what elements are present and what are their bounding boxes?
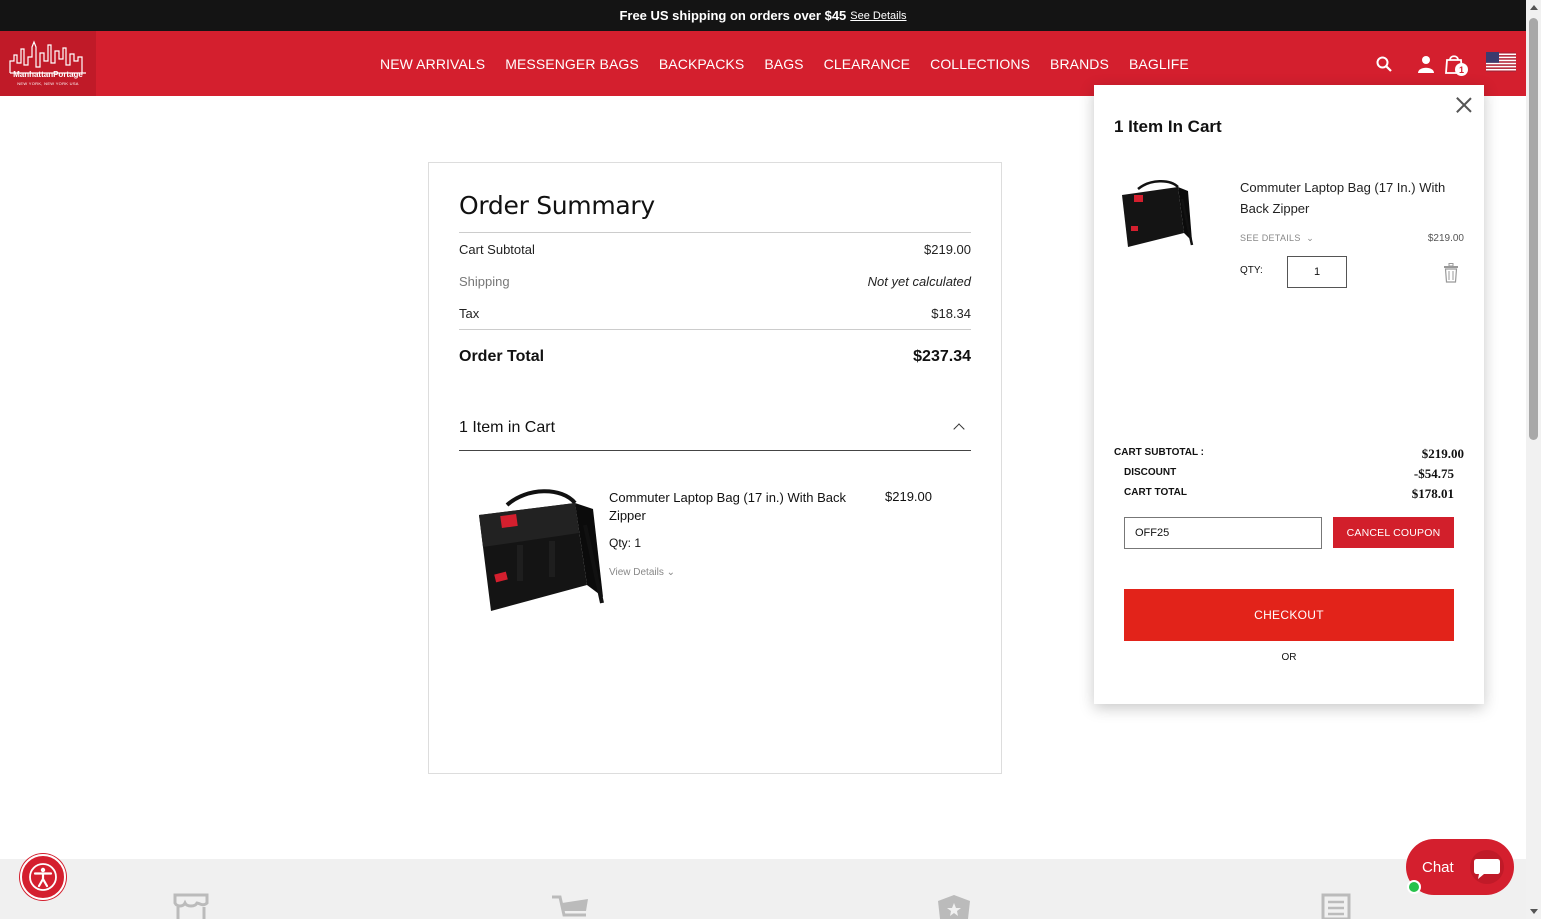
order-summary: Order Summary Cart Subtotal $219.00 Ship… xyxy=(428,162,1002,774)
items-in-cart-heading: 1 Item in Cart xyxy=(459,419,556,436)
chat-button[interactable]: Chat xyxy=(1406,839,1514,895)
scroll-down-arrow-icon[interactable] xyxy=(1530,909,1538,914)
nav-collections[interactable]: COLLECTIONS xyxy=(930,56,1030,72)
see-details-label: SEE DETAILS xyxy=(1240,233,1301,243)
minicart-title: 1 Item In Cart xyxy=(1114,117,1222,136)
minicart-item-price: $219.00 xyxy=(1427,233,1464,244)
product-image[interactable] xyxy=(467,485,607,620)
cart-icon xyxy=(552,895,588,917)
line-item-name[interactable]: Commuter Laptop Bag (17 in.) With Back Z… xyxy=(609,489,859,525)
subtotal-label: Cart Subtotal xyxy=(459,242,535,257)
shipping-value: Not yet calculated xyxy=(867,274,971,289)
trash-icon[interactable] xyxy=(1443,263,1459,283)
brand-name: ManhattanPortage xyxy=(13,70,83,79)
minicart-subtotal-value: $219.00 xyxy=(1421,446,1464,461)
cart-count-badge: 1 xyxy=(1455,63,1468,76)
user-icon[interactable] xyxy=(1415,53,1437,75)
nav-clearance[interactable]: CLEARANCE xyxy=(824,56,910,72)
page-scrollbar[interactable] xyxy=(1526,0,1541,919)
chevron-down-icon: ⌄ xyxy=(666,567,676,578)
nav-new-arrivals[interactable]: NEW ARRIVALS xyxy=(380,56,485,72)
scroll-up-arrow-icon[interactable] xyxy=(1530,5,1538,10)
discount-label: DISCOUNT xyxy=(1124,467,1177,478)
qty-label: QTY: xyxy=(1240,265,1263,276)
shipping-label: Shipping xyxy=(459,274,510,289)
main-nav: NEW ARRIVALS MESSENGER BAGS BACKPACKS BA… xyxy=(380,31,1189,96)
checkout-button[interactable]: CHECKOUT xyxy=(1124,589,1454,641)
divider xyxy=(459,232,971,233)
announcement-bar: Free US shipping on orders over $45 See … xyxy=(0,0,1526,31)
order-total-value: $237.34 xyxy=(913,348,971,365)
order-total-row: Order Total $237.34 xyxy=(459,348,971,366)
accessibility-icon xyxy=(29,863,57,891)
line-item-price: $219.00 xyxy=(885,489,932,504)
chevron-up-icon xyxy=(953,423,965,435)
chat-label: Chat xyxy=(1422,858,1454,876)
subtotal-row: Cart Subtotal $219.00 xyxy=(459,242,971,257)
order-total-label: Order Total xyxy=(459,348,545,365)
items-in-cart-toggle[interactable]: 1 Item in Cart xyxy=(459,419,971,451)
line-item-qty: Qty: 1 xyxy=(609,536,642,550)
tax-label: Tax xyxy=(459,306,480,321)
nav-baglife[interactable]: BAGLIFE xyxy=(1129,56,1189,72)
order-summary-title: Order Summary xyxy=(459,191,655,220)
shield-star-icon xyxy=(938,895,970,919)
chevron-down-icon: ⌄ xyxy=(1303,233,1315,243)
minicart-subtotal-label: CART SUBTOTAL : xyxy=(1114,447,1204,458)
tax-row: Tax $18.34 xyxy=(459,306,971,321)
us-flag-icon[interactable] xyxy=(1486,52,1516,72)
brand-tagline: NEW YORK, NEW YORK USA xyxy=(17,81,79,86)
cart-total-label: CART TOTAL xyxy=(1124,487,1187,498)
shipping-row: Shipping Not yet calculated xyxy=(459,274,971,289)
document-icon xyxy=(1321,893,1351,919)
discount-value: -$54.75 xyxy=(1413,466,1454,481)
accessibility-button[interactable] xyxy=(20,854,66,900)
tax-value: $18.34 xyxy=(931,306,971,321)
view-details-label: View Details xyxy=(609,567,664,578)
nav-brands[interactable]: BRANDS xyxy=(1050,56,1109,72)
search-icon[interactable] xyxy=(1373,53,1395,75)
chat-bubble-icon xyxy=(1470,850,1504,884)
divider xyxy=(459,329,971,330)
shopping-bag-icon[interactable]: 1 xyxy=(1443,53,1468,76)
cart-line-item: Commuter Laptop Bag (17 in.) With Back Z… xyxy=(459,485,971,625)
footer-features xyxy=(0,859,1526,919)
nav-backpacks[interactable]: BACKPACKS xyxy=(659,56,744,72)
subtotal-value: $219.00 xyxy=(924,242,971,257)
see-details-link[interactable]: See Details xyxy=(850,10,906,22)
scrollbar-thumb[interactable] xyxy=(1529,18,1538,440)
coupon-code-input[interactable]: OFF25 xyxy=(1124,517,1322,549)
minicart-item-name[interactable]: Commuter Laptop Bag (17 In.) With Back Z… xyxy=(1240,177,1470,219)
view-details-toggle[interactable]: View Details ⌄ xyxy=(609,567,675,578)
nav-bags[interactable]: BAGS xyxy=(764,56,803,72)
minicart-product-image[interactable] xyxy=(1116,177,1194,252)
cart-total-value: $178.01 xyxy=(1411,486,1454,501)
close-icon[interactable] xyxy=(1456,97,1472,113)
brand-logo[interactable]: ManhattanPortage NEW YORK, NEW YORK USA xyxy=(0,31,96,96)
cancel-coupon-button[interactable]: CANCEL COUPON xyxy=(1333,517,1454,548)
announcement-text: Free US shipping on orders over $45 xyxy=(619,8,847,23)
store-icon xyxy=(173,893,209,919)
nav-messenger-bags[interactable]: MESSENGER BAGS xyxy=(505,56,639,72)
minicart-dropdown: 1 Item In Cart Commuter Laptop Bag (17 I… xyxy=(1094,85,1484,704)
see-details-toggle[interactable]: SEE DETAILS ⌄ xyxy=(1240,233,1314,244)
qty-input[interactable]: 1 xyxy=(1287,256,1347,288)
online-status-dot xyxy=(1407,880,1421,894)
or-separator: OR xyxy=(1281,652,1297,663)
page: Free US shipping on orders over $45 See … xyxy=(0,0,1541,919)
